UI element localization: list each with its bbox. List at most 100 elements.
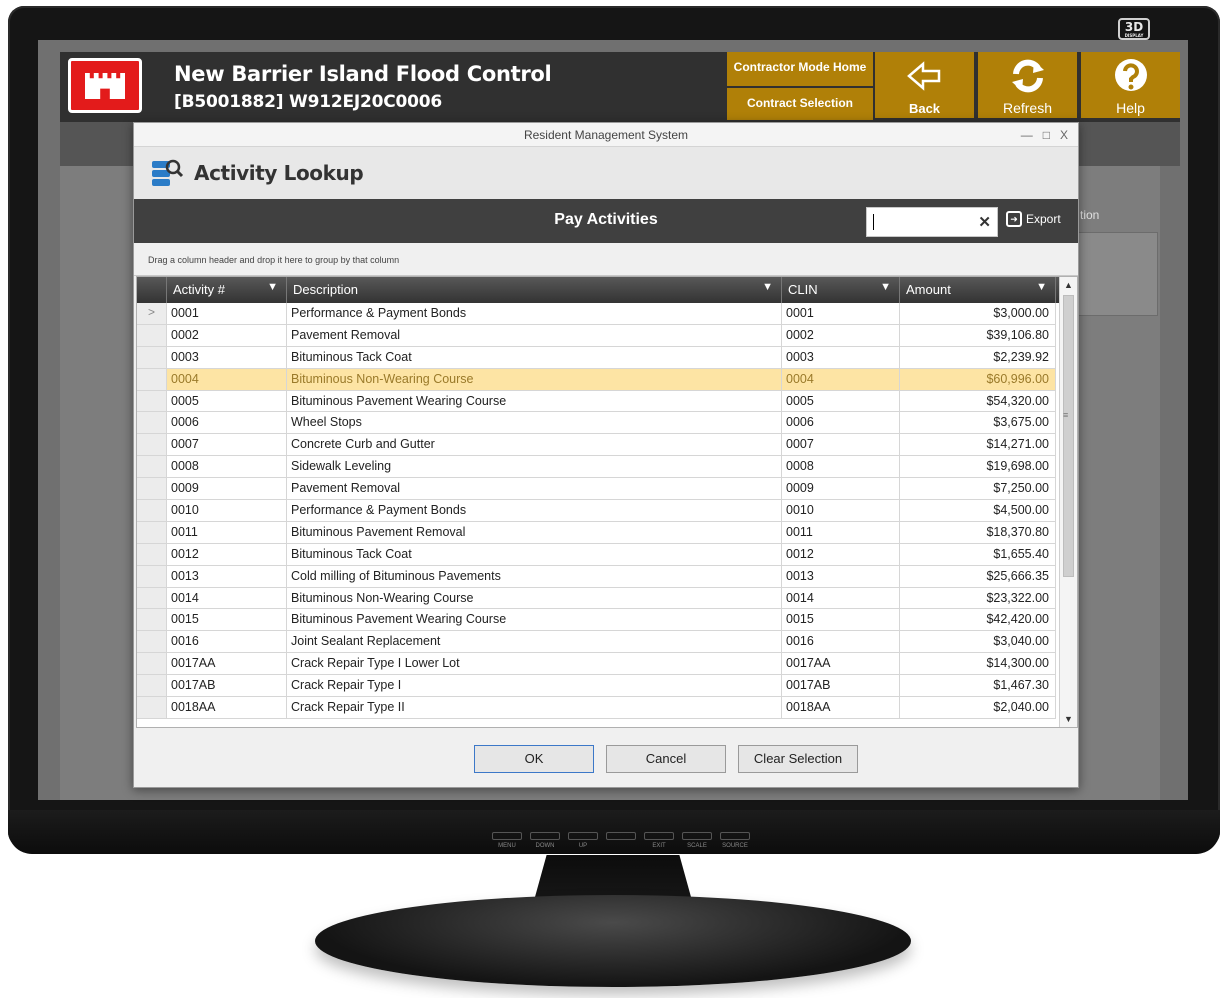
monitor-key[interactable]: EXIT [644, 832, 674, 849]
row-indicator [137, 412, 167, 434]
row-indicator [137, 609, 167, 631]
pay-activities-bar: Pay Activities ✕ ➜ Export [134, 199, 1078, 243]
maximize-button[interactable]: □ [1043, 123, 1050, 147]
back-arrow-icon [906, 61, 940, 91]
monitor-key[interactable]: MENU [492, 832, 522, 849]
table-row[interactable]: 0008 Sidewalk Leveling 0008 $19,698.00 [137, 456, 1056, 479]
cell-clin: 0012 [782, 543, 900, 565]
filter-icon[interactable]: ▼ [880, 281, 891, 293]
ok-button[interactable]: OK [474, 745, 594, 773]
monitor-controls: MENU DOWN UP EXIT SCALE SOURCE [492, 832, 750, 849]
cell-activity: 0007 [167, 434, 287, 456]
text-caret [873, 214, 874, 230]
monitor-key[interactable]: SOURCE [720, 832, 750, 849]
contractor-mode-home-button[interactable]: Contractor Mode Home [727, 52, 873, 86]
database-search-icon [152, 159, 184, 186]
back-button[interactable]: Back [875, 52, 974, 118]
table-row[interactable]: 0016 Joint Sealant Replacement 0016 $3,040.… [137, 631, 1056, 654]
table-row[interactable]: 0005 Bituminous Pavement Wearing Course 00… [137, 390, 1056, 413]
table-row[interactable]: 0009 Pavement Removal 0009 $7,250.00 [137, 478, 1056, 501]
table-row[interactable]: 0015 Bituminous Pavement Wearing Course 00… [137, 609, 1056, 632]
table-row[interactable]: 0004 Bituminous Non-Wearing Course 0004 $60… [137, 368, 1056, 391]
table-row[interactable]: 0002 Pavement Removal 0002 $39,106.80 [137, 324, 1056, 347]
monitor-key[interactable]: SCALE [682, 832, 712, 849]
monitor-key[interactable] [606, 832, 636, 849]
cell-description: Bituminous Pavement Wearing Course [287, 609, 782, 631]
project-title: New Barrier Island Flood Control [174, 62, 552, 86]
cell-activity: 0014 [167, 587, 287, 609]
column-header-amount[interactable]: Amount ▼ [900, 277, 1056, 303]
row-indicator [137, 631, 167, 653]
table-row[interactable]: 0017AA Crack Repair Type I Lower Lot 0017A… [137, 653, 1056, 676]
vertical-scrollbar[interactable]: ▲ ≡ ▼ [1059, 277, 1077, 727]
monitor-key[interactable]: DOWN [530, 832, 560, 849]
column-header-activity[interactable]: Activity # ▼ [167, 277, 287, 303]
table-row[interactable]: 0006 Wheel Stops 0006 $3,675.00 [137, 412, 1056, 435]
cell-description: Pavement Removal [287, 478, 782, 500]
table-row[interactable]: >0001 Performance & Payment Bonds 0001 $3,0… [137, 303, 1056, 325]
cell-amount: $4,500.00 [900, 500, 1056, 521]
table-row[interactable]: 0018AA Crack Repair Type II 0018AA $2,040.0… [137, 697, 1056, 719]
cell-description: Bituminous Tack Coat [287, 543, 782, 565]
cancel-button[interactable]: Cancel [606, 745, 726, 773]
table-row[interactable]: 0007 Concrete Curb and Gutter 0007 $14,271.… [137, 434, 1056, 457]
close-button[interactable]: X [1060, 123, 1068, 147]
cell-description: Bituminous Tack Coat [287, 346, 782, 368]
table-row[interactable]: 0014 Bituminous Non-Wearing Course 0014 $23… [137, 587, 1056, 610]
cell-description: Joint Sealant Replacement [287, 631, 782, 653]
monitor-base [315, 895, 911, 987]
monitor-key[interactable]: UP [568, 832, 598, 849]
cell-description: Pavement Removal [287, 324, 782, 346]
castle-icon [85, 73, 125, 99]
cell-clin: 0003 [782, 346, 900, 368]
filter-icon[interactable]: ▼ [1036, 281, 1047, 293]
window-title: Resident Management System [523, 128, 689, 142]
row-indicator: > [137, 303, 167, 324]
export-button[interactable]: ➜ Export [1006, 211, 1061, 227]
cell-amount: $3,675.00 [900, 412, 1056, 434]
filter-icon[interactable]: ▼ [762, 281, 773, 293]
cell-activity: 0016 [167, 631, 287, 653]
cell-amount: $2,040.00 [900, 697, 1056, 718]
column-header-clin[interactable]: CLIN ▼ [782, 277, 900, 303]
column-header-description[interactable]: Description ▼ [287, 277, 782, 303]
table-row[interactable]: 0012 Bituminous Tack Coat 0012 $1,655.40 [137, 543, 1056, 566]
cell-clin: 0014 [782, 587, 900, 609]
clear-selection-button[interactable]: Clear Selection [738, 745, 858, 773]
cell-amount: $3,000.00 [900, 303, 1056, 324]
help-button[interactable]: Help [1081, 52, 1180, 118]
grid-header-row: Activity # ▼ Description ▼ CLIN ▼ Amount ▼ [137, 277, 1077, 303]
cell-description: Bituminous Non-Wearing Course [287, 368, 782, 390]
contract-selection-button[interactable]: Contract Selection [727, 88, 873, 120]
cell-clin: 0001 [782, 303, 900, 324]
search-input[interactable]: ✕ [866, 207, 998, 237]
key-shape [530, 832, 560, 840]
activity-lookup-dialog: Resident Management System — □ X Activit… [133, 122, 1079, 788]
cell-amount: $60,996.00 [900, 368, 1056, 390]
scroll-thumb[interactable] [1063, 295, 1074, 577]
cell-amount: $2,239.92 [900, 346, 1056, 368]
cell-activity: 0008 [167, 456, 287, 478]
scroll-down-arrow-icon[interactable]: ▼ [1060, 711, 1077, 727]
row-indicator [137, 456, 167, 478]
table-row[interactable]: 0010 Performance & Payment Bonds 0010 $4,50… [137, 500, 1056, 522]
cell-clin: 0002 [782, 324, 900, 346]
cell-activity: 0001 [167, 303, 287, 324]
cell-activity: 0015 [167, 609, 287, 631]
filter-icon[interactable]: ▼ [267, 281, 278, 293]
scroll-up-arrow-icon[interactable]: ▲ [1060, 277, 1077, 293]
table-row[interactable]: 0017AB Crack Repair Type I 0017AB $1,467.30 [137, 675, 1056, 698]
cell-description: Bituminous Non-Wearing Course [287, 587, 782, 609]
table-row[interactable]: 0003 Bituminous Tack Coat 0003 $2,239.92 [137, 346, 1056, 369]
background-label: tion [1080, 208, 1100, 222]
group-by-hint[interactable]: Drag a column header and drop it here to… [134, 243, 1078, 276]
cell-activity: 0017AB [167, 675, 287, 697]
clear-search-icon[interactable]: ✕ [978, 213, 991, 231]
cell-clin: 0008 [782, 456, 900, 478]
minimize-button[interactable]: — [1021, 123, 1033, 147]
refresh-button[interactable]: Refresh [978, 52, 1077, 118]
cell-clin: 0007 [782, 434, 900, 456]
monitor-key-label: DOWN [535, 843, 555, 849]
table-row[interactable]: 0011 Bituminous Pavement Removal 0011 $18,3… [137, 521, 1056, 544]
table-row[interactable]: 0013 Cold milling of Bituminous Pavements… [137, 565, 1056, 588]
